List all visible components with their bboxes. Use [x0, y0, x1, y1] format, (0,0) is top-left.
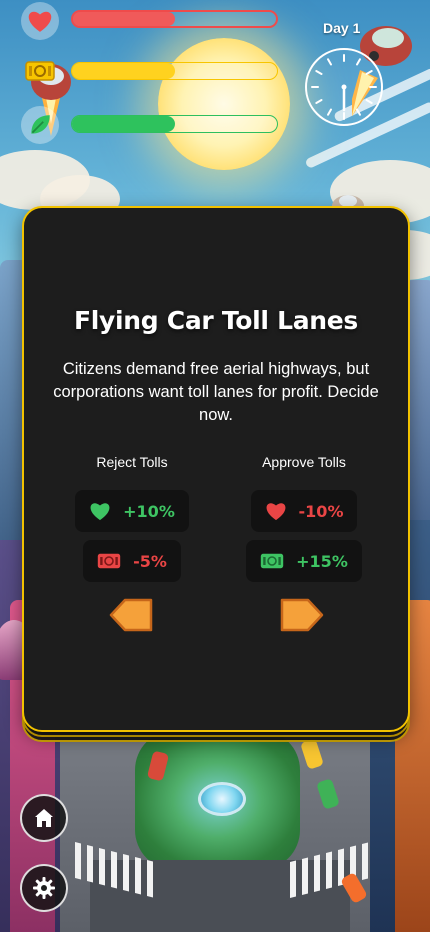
- money-bar: [71, 62, 278, 80]
- approve-money-effect: +15%: [246, 540, 362, 582]
- environment-bar-fill: [72, 116, 175, 132]
- gear-icon: [33, 877, 55, 899]
- card-title: Flying Car Toll Lanes: [73, 306, 359, 335]
- approve-choice-label: Approve Tolls: [262, 454, 346, 470]
- heart-icon: [28, 11, 52, 32]
- reject-money-effect: -5%: [83, 540, 181, 582]
- home-icon: [35, 809, 53, 827]
- card-description: Citizens demand free aerial highways, bu…: [53, 360, 379, 424]
- effect-value: -10%: [298, 501, 344, 521]
- leaf-icon: [31, 115, 50, 134]
- decision-card-stack: Flying Car Toll Lanes Citizens demand fr…: [22, 206, 410, 742]
- clock-icon: [311, 54, 377, 120]
- money-icon: [97, 553, 121, 569]
- environment-stat-icon: [21, 106, 59, 144]
- arrow-left-icon[interactable]: [109, 598, 153, 632]
- heart-icon: [266, 503, 285, 521]
- money-icon: [260, 553, 284, 569]
- arrow-right-icon[interactable]: [280, 598, 324, 632]
- effect-value: +10%: [123, 501, 175, 521]
- effect-value: -5%: [133, 551, 167, 571]
- settings-button[interactable]: [20, 864, 68, 912]
- reject-choice-label: Reject Tolls: [96, 454, 168, 470]
- money-stat-icon: [21, 52, 59, 90]
- health-bar: [71, 10, 278, 28]
- sun: [158, 38, 290, 170]
- reject-health-effect: +10%: [75, 490, 189, 532]
- decision-card[interactable]: Flying Car Toll Lanes Citizens demand fr…: [22, 206, 410, 732]
- approve-health-effect: -10%: [250, 490, 358, 532]
- heart-icon: [90, 503, 110, 521]
- environment-bar: [71, 115, 278, 133]
- home-button[interactable]: [20, 794, 68, 842]
- money-icon: [25, 61, 55, 81]
- effect-value: +15%: [296, 551, 348, 571]
- reject-choice[interactable]: Reject Tolls +10% -5%: [52, 454, 212, 590]
- day-counter: Day 1: [323, 20, 361, 36]
- health-stat-icon: [21, 2, 59, 40]
- money-bar-fill: [72, 63, 175, 79]
- health-bar-fill: [73, 12, 175, 26]
- approve-choice[interactable]: Approve Tolls -10% +15%: [224, 454, 384, 590]
- fountain: [198, 782, 246, 816]
- day-clock: [305, 48, 383, 126]
